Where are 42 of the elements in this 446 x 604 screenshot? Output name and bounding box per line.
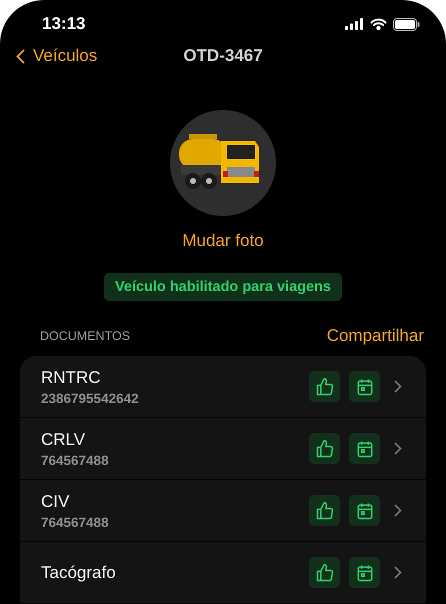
share-button[interactable]: Compartilhar: [326, 326, 424, 346]
back-link[interactable]: Veículos: [16, 46, 98, 66]
document-name: CRLV: [41, 430, 86, 450]
document-row[interactable]: CIV 764567488: [20, 480, 426, 542]
calendar-icon: [354, 500, 374, 520]
status-time: 13:13: [42, 14, 86, 34]
document-name: RNTRC: [41, 368, 102, 388]
calendar-icon: [354, 438, 374, 458]
signal-icon: [345, 18, 364, 30]
thumbs-up-icon: [314, 562, 334, 582]
document-number: 764567488: [41, 514, 110, 530]
document-name: Tacógrafo: [41, 562, 117, 582]
calendar-button[interactable]: [349, 495, 380, 526]
approve-button[interactable]: [309, 371, 340, 402]
page-title: OTD-3467: [183, 46, 263, 66]
thumbs-up-icon: [314, 438, 334, 458]
section-heading: DOCUMENTOS: [40, 329, 130, 343]
chevron-right-icon: [394, 442, 402, 455]
document-row[interactable]: RNTRC 2386795542642: [20, 356, 426, 418]
document-row[interactable]: CRLV 764567488: [20, 418, 426, 480]
calendar-icon: [354, 562, 374, 582]
document-number: 2386795542642: [41, 390, 140, 406]
thumbs-up-icon: [314, 376, 334, 396]
chevron-right-icon: [394, 566, 402, 579]
calendar-button[interactable]: [349, 433, 380, 464]
wifi-icon: [370, 18, 387, 30]
approve-button[interactable]: [309, 495, 340, 526]
approve-button[interactable]: [309, 557, 340, 588]
document-row[interactable]: Tacógrafo: [20, 542, 426, 604]
calendar-button[interactable]: [349, 557, 380, 588]
approve-button[interactable]: [309, 433, 340, 464]
chevron-right-icon: [394, 504, 402, 517]
battery-icon: [393, 18, 420, 30]
thumbs-up-icon: [314, 500, 334, 520]
document-name: CIV: [41, 492, 70, 512]
change-photo-button[interactable]: Mudar foto: [178, 229, 268, 253]
document-number: 764567488: [41, 452, 110, 468]
chevron-left-icon: [16, 48, 25, 64]
chevron-right-icon: [394, 380, 402, 393]
calendar-button[interactable]: [349, 371, 380, 402]
calendar-icon: [354, 376, 374, 396]
status-badge: Veículo habilitado para viagens: [104, 273, 342, 301]
